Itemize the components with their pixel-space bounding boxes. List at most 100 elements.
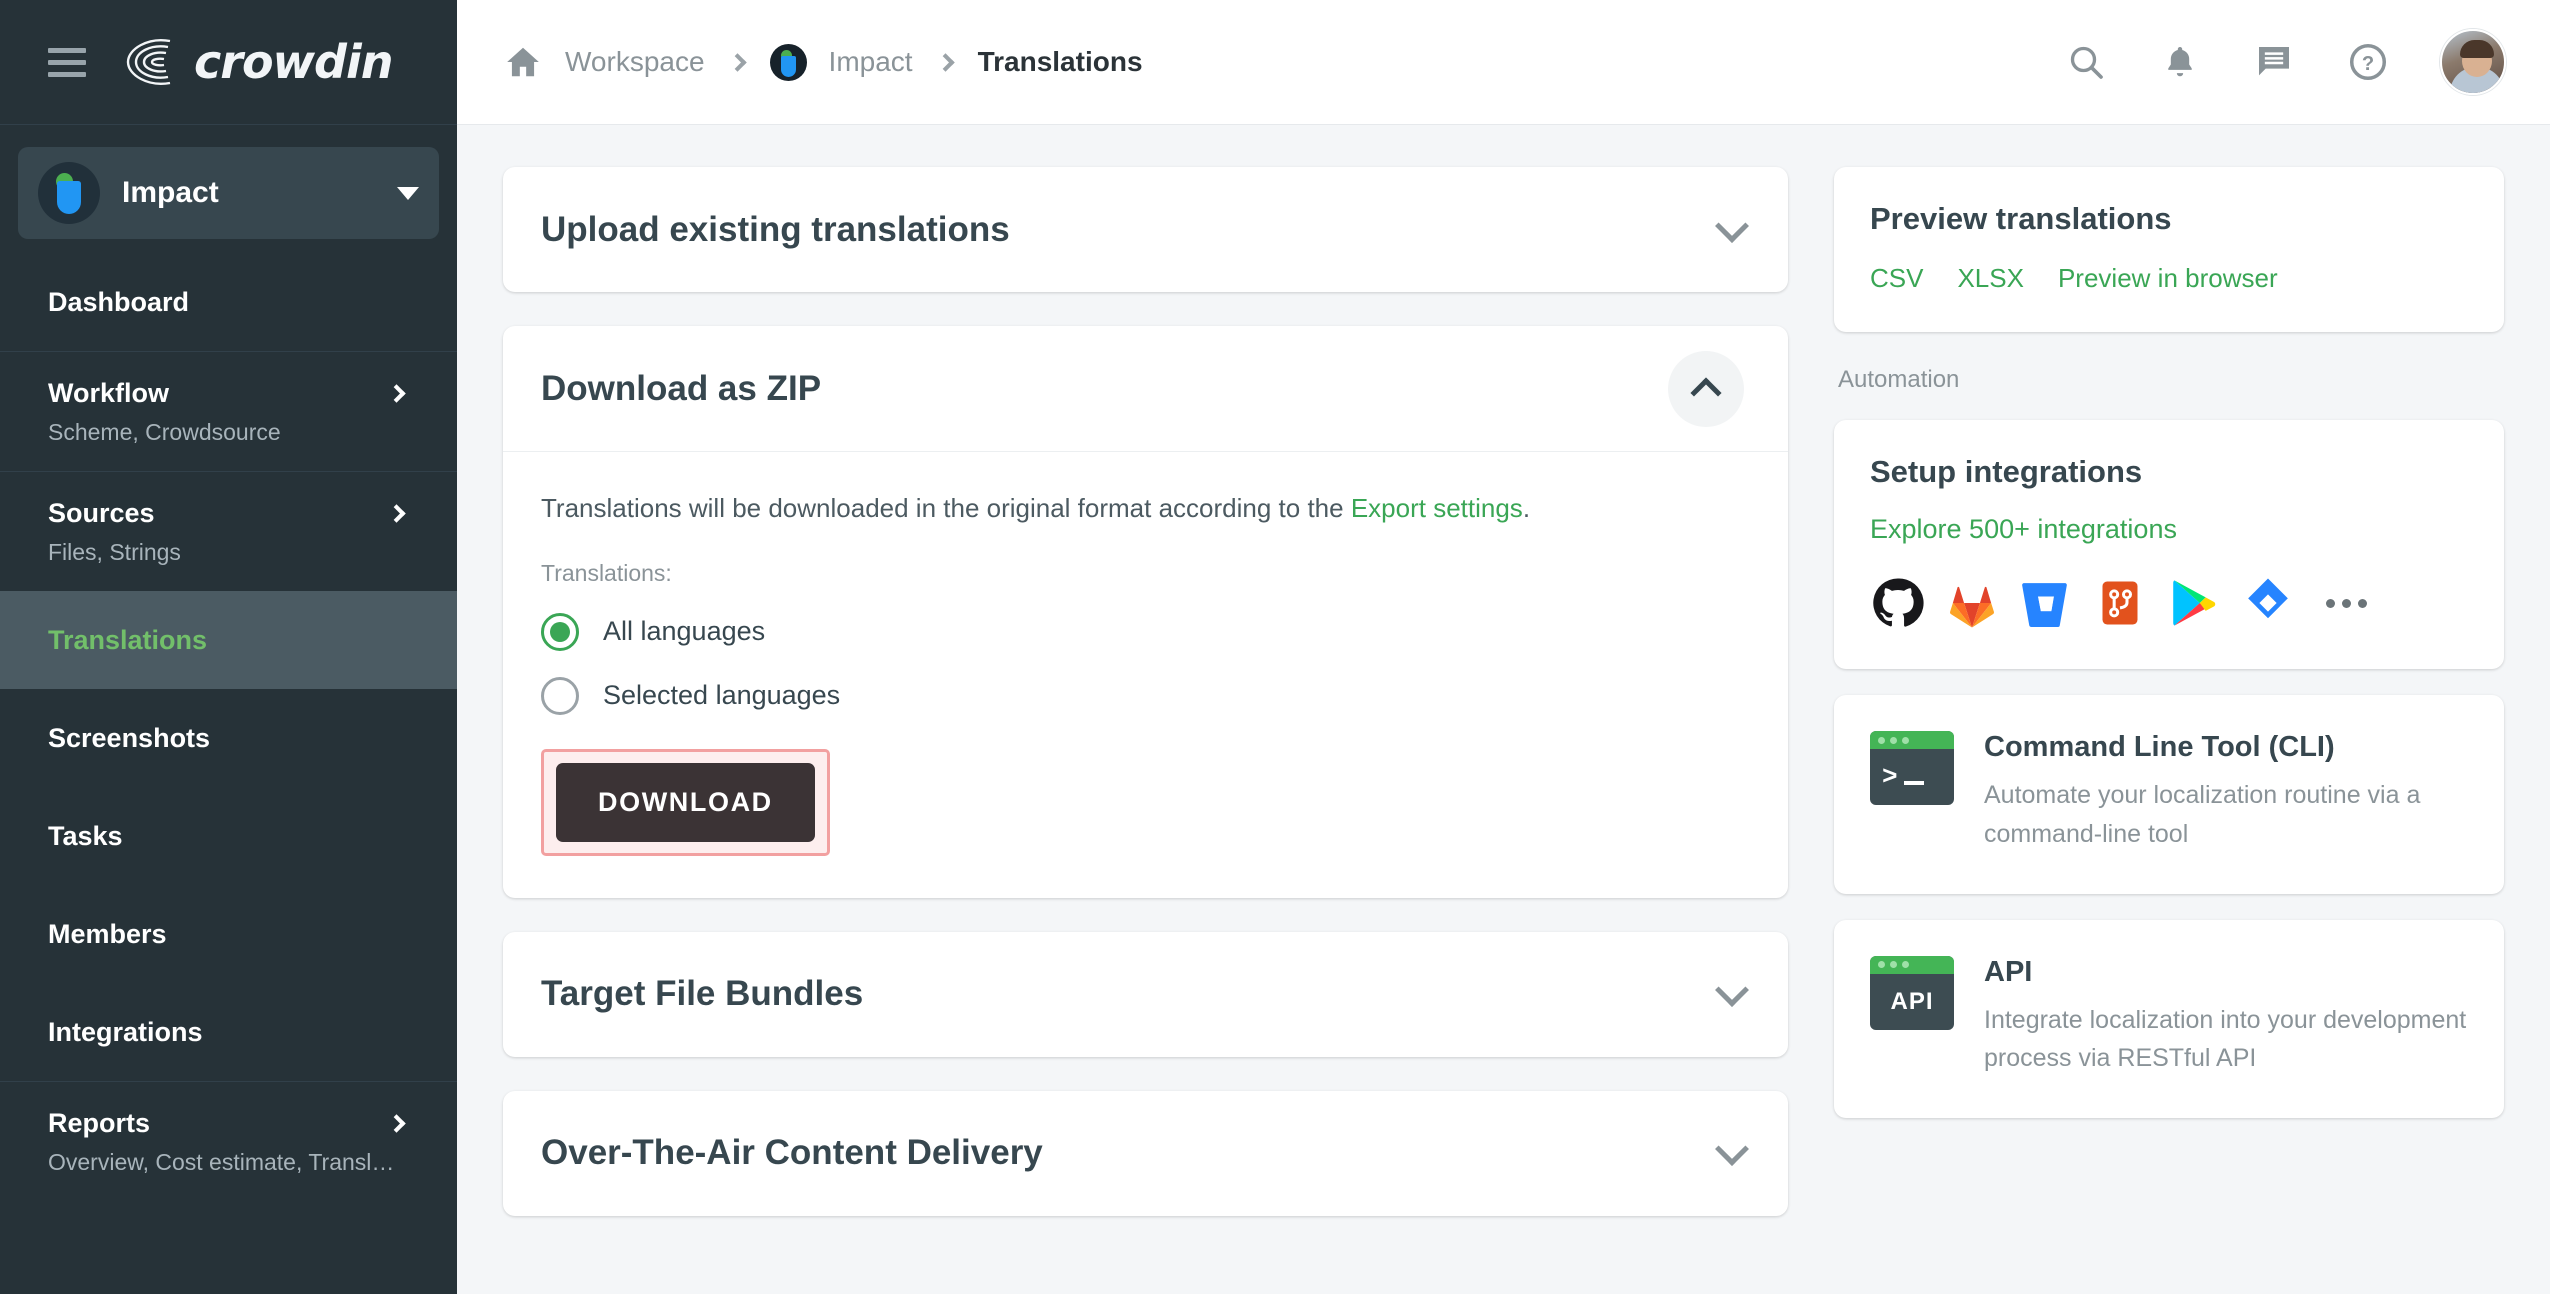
chevron-down-icon [397, 186, 419, 200]
preview-translations-title: Preview translations [1870, 201, 2172, 236]
setup-integrations-title: Setup integrations [1870, 454, 2143, 489]
chevron-right-icon [387, 1113, 406, 1133]
svg-text:?: ? [2362, 53, 2374, 75]
sidebar-item-label: Workflow [48, 377, 169, 408]
chevron-down-icon[interactable] [1715, 973, 1749, 1008]
automation-section-label: Automation [1838, 366, 1960, 393]
secondary-column: Preview translations CSV XLSX Preview in… [1834, 167, 2504, 1294]
project-selector[interactable]: Impact [18, 147, 439, 239]
github-icon[interactable] [1870, 575, 1926, 631]
cli-title: Command Line Tool (CLI) [1984, 731, 2335, 763]
sidebar-item-tasks[interactable]: Tasks [0, 787, 457, 885]
main-area: Workspace Impact Translations ? Upload e… [457, 0, 2550, 1294]
download-zip-panel: Download as ZIP Translations will be dow… [503, 326, 1788, 898]
sidebar-item-workflow[interactable]: Workflow Scheme, Crowdsource [0, 351, 457, 471]
radio-icon-checked[interactable] [541, 612, 579, 651]
panel-title: Over-The-Air Content Delivery [541, 1133, 1043, 1173]
sidebar-item-dashboard[interactable]: Dashboard [0, 253, 457, 351]
chevron-down-icon[interactable] [1715, 1132, 1749, 1167]
bell-icon[interactable] [2158, 40, 2202, 84]
sidebar-item-sources[interactable]: Sources Files, Strings [0, 471, 457, 591]
radio-all-languages[interactable]: All languages [541, 612, 1750, 651]
jira-icon[interactable] [2240, 575, 2296, 631]
cli-card[interactable]: > Command Line Tool (CLI) Automate your … [1834, 695, 2504, 894]
ota-content-delivery-panel: Over-The-Air Content Delivery [503, 1090, 1788, 1216]
translations-field-label: Translations: [541, 559, 672, 586]
preview-link-browser[interactable]: Preview in browser [2058, 263, 2278, 294]
chevron-down-icon[interactable] [1715, 208, 1749, 243]
primary-column: Upload existing translations Download as… [503, 167, 1788, 1294]
sidebar-item-label: Sources [48, 497, 155, 528]
api-card[interactable]: API API Integrate localization into your… [1834, 919, 2504, 1118]
panel-title: Target File Bundles [541, 974, 864, 1014]
chevron-right-icon [387, 383, 406, 403]
avatar[interactable] [2440, 29, 2506, 95]
gitlab-icon[interactable] [1944, 575, 2000, 631]
breadcrumb-project[interactable]: Impact [829, 46, 913, 78]
explore-integrations-link[interactable]: Explore 500+ integrations [1870, 514, 2177, 545]
sidebar-item-translations[interactable]: Translations [0, 591, 457, 689]
target-file-bundles-header[interactable]: Target File Bundles [503, 932, 1788, 1057]
panel-title: Download as ZIP [541, 368, 822, 408]
sidebar-item-sublabel: Files, Strings [48, 538, 181, 565]
help-icon[interactable]: ? [2346, 40, 2390, 84]
radio-icon-unchecked[interactable] [541, 676, 579, 715]
download-description-prefix: Translations will be downloaded in the o… [541, 493, 1351, 523]
top-bar: Workspace Impact Translations ? [457, 0, 2550, 125]
download-zip-body: Translations will be downloaded in the o… [503, 451, 1788, 898]
api-icon-label: API [1890, 987, 1934, 1015]
preview-translations-card: Preview translations CSV XLSX Preview in… [1834, 167, 2504, 332]
breadcrumb: Workspace Impact Translations [503, 43, 2064, 81]
sidebar: crowdin Impact Dashboard Workflow Scheme… [0, 0, 457, 1294]
download-button[interactable]: DOWNLOAD [556, 762, 815, 842]
crowdin-logo-text: crowdin [194, 35, 393, 89]
download-button-highlight: DOWNLOAD [541, 748, 830, 856]
project-avatar-icon [38, 162, 100, 224]
download-zip-header[interactable]: Download as ZIP [503, 326, 1788, 451]
breadcrumb-project-icon [769, 43, 807, 81]
target-file-bundles-panel: Target File Bundles [503, 931, 1788, 1057]
setup-integrations-card: Setup integrations Explore 500+ integrat… [1834, 420, 2504, 669]
upload-translations-header[interactable]: Upload existing translations [503, 167, 1788, 292]
chat-icon[interactable] [2252, 40, 2296, 84]
sidebar-header: crowdin [0, 0, 457, 125]
sidebar-item-label: Dashboard [48, 286, 190, 317]
preview-link-csv[interactable]: CSV [1870, 263, 1923, 294]
sidebar-item-label: Reports [48, 1107, 151, 1138]
collapse-panel-button[interactable] [1668, 350, 1744, 427]
upload-translations-panel: Upload existing translations [503, 167, 1788, 292]
sidebar-item-label: Translations [48, 624, 208, 655]
sidebar-item-sublabel: Scheme, Crowdsource [48, 418, 281, 445]
preview-links: CSV XLSX Preview in browser [1870, 263, 2468, 294]
more-integrations-icon[interactable] [2326, 575, 2367, 631]
chevron-right-icon [727, 52, 747, 72]
project-name: Impact [122, 176, 219, 209]
sidebar-item-reports[interactable]: Reports Overview, Cost estimate, Transl… [0, 1081, 457, 1201]
sidebar-nav: Dashboard Workflow Scheme, Crowdsource S… [0, 253, 457, 1201]
azure-repos-icon[interactable] [2092, 575, 2148, 631]
sidebar-item-label: Screenshots [48, 722, 211, 753]
home-icon[interactable] [503, 43, 543, 81]
bitbucket-icon[interactable] [2018, 575, 2074, 631]
sidebar-item-screenshots[interactable]: Screenshots [0, 689, 457, 787]
search-icon[interactable] [2064, 40, 2108, 84]
ota-content-delivery-header[interactable]: Over-The-Air Content Delivery [503, 1091, 1788, 1216]
cli-description: Automate your localization routine via a… [1984, 781, 2421, 848]
top-bar-icons: ? [2064, 29, 2506, 95]
cli-terminal-icon: > [1870, 731, 1954, 805]
radio-label: Selected languages [603, 680, 841, 711]
hamburger-menu-icon[interactable] [48, 47, 86, 77]
breadcrumb-workspace[interactable]: Workspace [565, 46, 705, 78]
sidebar-item-label: Integrations [48, 1016, 203, 1047]
sidebar-item-integrations[interactable]: Integrations [0, 983, 457, 1081]
export-settings-link[interactable]: Export settings [1351, 493, 1523, 523]
sidebar-item-members[interactable]: Members [0, 885, 457, 983]
sidebar-item-sublabel: Overview, Cost estimate, Transl… [48, 1148, 395, 1175]
radio-selected-languages[interactable]: Selected languages [541, 676, 1750, 715]
crowdin-logo-icon [126, 39, 171, 85]
chevron-right-icon [935, 52, 955, 72]
preview-link-xlsx[interactable]: XLSX [1957, 263, 2024, 294]
google-play-icon[interactable] [2166, 575, 2222, 631]
crowdin-logo[interactable]: crowdin [124, 35, 393, 89]
page-content: Upload existing translations Download as… [457, 125, 2550, 1294]
